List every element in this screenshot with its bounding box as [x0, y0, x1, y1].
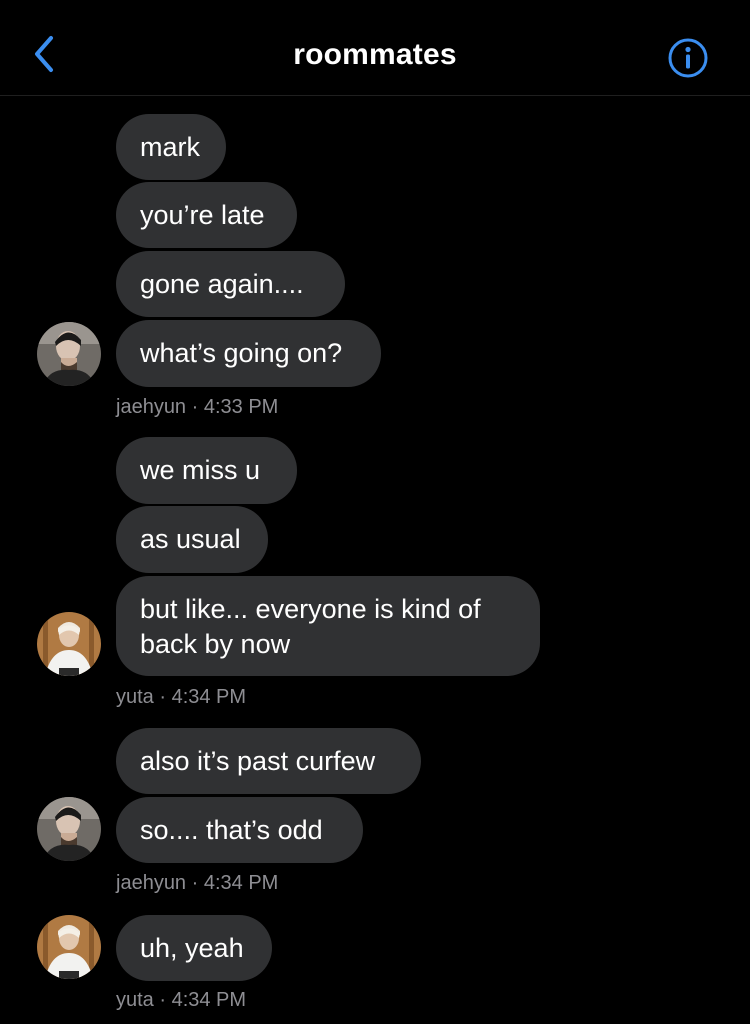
avatar-jaehyun[interactable]	[37, 322, 101, 386]
message-meta: jaehyun · 4:34 PM	[116, 872, 279, 894]
message-bubble[interactable]: what’s going on?	[116, 320, 381, 387]
message-bubble[interactable]: but like... everyone is kind of back by …	[116, 576, 540, 676]
message-text: mark	[140, 131, 200, 162]
message-bubble[interactable]: so.... that’s odd	[116, 797, 363, 863]
message-text: you’re late	[140, 199, 265, 230]
message-bubble[interactable]: also it’s past curfew	[116, 728, 421, 794]
avatar-yuta[interactable]	[37, 915, 101, 979]
avatar-yuta[interactable]	[37, 612, 101, 676]
message-text: what’s going on?	[140, 338, 343, 368]
message-text: so.... that’s odd	[140, 814, 323, 845]
message-text: uh, yeah	[140, 932, 244, 963]
message-bubble[interactable]: mark	[116, 114, 226, 180]
message-bubble[interactable]: as usual	[116, 506, 268, 573]
info-button[interactable]	[666, 36, 710, 80]
message-bubble[interactable]: you’re late	[116, 182, 297, 248]
message-text: but like... everyone is kind of back by …	[140, 594, 481, 659]
message-bubble[interactable]: gone again....	[116, 251, 345, 317]
message-meta: yuta · 4:34 PM	[116, 989, 247, 1011]
avatar-jaehyun[interactable]	[37, 797, 101, 861]
info-circle-icon	[666, 38, 710, 84]
message-text: gone again....	[140, 268, 304, 299]
chat-header: roommates	[0, 0, 750, 96]
message-text: as usual	[140, 524, 241, 554]
message-meta: yuta · 4:34 PM	[116, 686, 247, 708]
conversation-title[interactable]: roommates	[0, 38, 750, 72]
message-text: we miss u	[140, 455, 261, 485]
message-bubble[interactable]: we miss u	[116, 437, 297, 504]
message-bubble[interactable]: uh, yeah	[116, 915, 272, 981]
message-meta: jaehyun · 4:33 PM	[116, 396, 279, 418]
message-text: also it’s past curfew	[140, 745, 376, 776]
